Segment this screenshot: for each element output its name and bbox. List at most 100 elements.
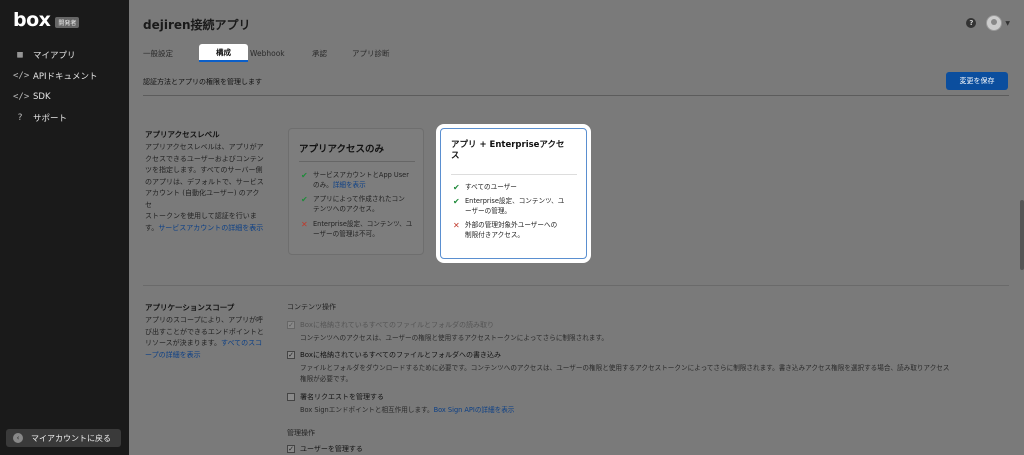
- scope-manage-users[interactable]: ✓ ユーザーを管理する: [287, 444, 363, 454]
- all-scopes-link[interactable]: すべてのスコ: [221, 339, 262, 347]
- desc-line: す。: [145, 223, 159, 232]
- feature-line: すべてのユーザー: [465, 183, 517, 191]
- logo-text: box: [13, 9, 51, 31]
- chevron-left-icon: ‹: [13, 433, 23, 443]
- scope-label: Boxに格納されているすべてのファイルとフォルダの読み取り: [300, 321, 495, 329]
- details-link[interactable]: 詳細を表示: [333, 181, 366, 189]
- service-account-link[interactable]: サービスアカウントの詳細を表示: [158, 224, 263, 232]
- help-circle-icon: ?: [17, 112, 23, 123]
- chevron-down-icon[interactable]: ▼: [1005, 20, 1010, 27]
- desc-line: ツを指定します。すべてのサーバー側: [145, 166, 263, 174]
- access-level-description: アプリアクセスレベルは、アプリがア クセスできるユーザーおよびコンテン ツを指定…: [145, 142, 265, 234]
- box-logo[interactable]: box 開発者: [13, 9, 80, 31]
- section-divider: [143, 285, 1009, 286]
- desc-line: 権限が必要です。: [300, 374, 353, 383]
- tab-authorization[interactable]: 承認: [312, 44, 352, 62]
- scope-label: Boxに格納されているすべてのファイルとフォルダへの書き込み: [300, 351, 502, 359]
- close-icon: ✕: [301, 220, 308, 229]
- top-icons: ? ▼: [966, 15, 1010, 31]
- feature-line: サービスアカウントとApp User: [313, 171, 409, 179]
- desc-line: ファイルとフォルダをダウンロードするために必要です。コンテンツへのアクセスは、ユ…: [300, 364, 950, 372]
- content-actions-label: コンテンツ操作: [287, 303, 336, 311]
- sidebar-item-my-apps[interactable]: ▦ マイアプリ: [0, 44, 129, 65]
- desc-line: Box Signエンドポイントと相互作用します。: [300, 406, 434, 414]
- scope-description: コンテンツへのアクセスは、ユーザーの権限と使用するアクセストークンによってさらに…: [300, 334, 608, 342]
- sidebar-item-label: マイアプリ: [33, 50, 76, 61]
- admin-actions-label: 管理操作: [287, 429, 315, 437]
- box-sign-api-link[interactable]: Box Sign APIの詳細を表示: [434, 406, 515, 414]
- scope-read-all[interactable]: ✓ Boxに格納されているすべてのファイルとフォルダの読み取り: [287, 320, 494, 330]
- feature-line: テンツへのアクセス。: [313, 204, 379, 213]
- feature-line: Enterprise設定、コンテンツ、ユ: [313, 220, 413, 228]
- code-icon: </>: [13, 91, 30, 102]
- desc-line: のアプリは、デフォルトで、サービス: [145, 177, 264, 186]
- feature-line: ーザーの管理は不可。: [313, 229, 379, 238]
- help-icon[interactable]: ?: [966, 18, 977, 28]
- desc-line: アプリのスコープにより、アプリが呼: [145, 316, 264, 324]
- check-icon: ✔: [453, 183, 460, 192]
- tab-general[interactable]: 一般設定: [143, 44, 199, 62]
- sidebar-nav: ▦ マイアプリ </> APIドキュメント </> SDK ? サポート: [0, 44, 129, 128]
- sidebar-item-support[interactable]: ? サポート: [0, 107, 129, 128]
- checkbox-checked-icon[interactable]: ✓: [287, 321, 295, 329]
- close-icon: ✕: [453, 221, 460, 230]
- tab-configuration[interactable]: 構成: [199, 44, 248, 62]
- feature-item: ✕ 外部の管理対象外ユーザーへの 制限付きアクセス。: [453, 221, 557, 240]
- feature-line: のみ。: [313, 180, 333, 189]
- sidebar: box 開発者 ▦ マイアプリ </> APIドキュメント </> SDK ? …: [0, 0, 129, 455]
- scopes-title: アプリケーションスコープ: [145, 303, 235, 312]
- feature-line: ーザーの管理。: [465, 206, 512, 215]
- scope-label: 署名リクエストを管理する: [300, 393, 384, 401]
- desc-line: アカウント (自動化ユーザー) のアクセ: [145, 189, 260, 209]
- grid-icon: ▦: [17, 49, 23, 60]
- header-divider: [143, 95, 1009, 96]
- card-title-line: ス: [451, 151, 460, 161]
- back-to-account-button[interactable]: ‹ マイアカウントに戻る: [6, 429, 121, 447]
- feature-line: アプリによって作成されたコン: [313, 195, 405, 203]
- page-subtitle: 認証方法とアプリの権限を管理します: [143, 78, 262, 86]
- checkbox-unchecked-icon[interactable]: [287, 393, 295, 401]
- feature-line: Enterprise設定、コンテンツ、ユ: [465, 197, 565, 205]
- sidebar-item-sdk[interactable]: </> SDK: [0, 86, 129, 107]
- save-changes-button[interactable]: 変更を保存: [946, 72, 1008, 90]
- scope-label: ユーザーを管理する: [300, 445, 363, 453]
- feature-line: 制限付きアクセス。: [465, 230, 525, 239]
- access-card-app-only[interactable]: アプリアクセスのみ ✔ サービスアカウントとApp User のみ。詳細を表示 ✔…: [288, 128, 424, 255]
- desc-line: ストークンを使用して認証を行いま: [145, 212, 257, 220]
- sidebar-item-api-docs[interactable]: </> APIドキュメント: [0, 65, 129, 86]
- tab-bar: 一般設定 構成 Webhook 承認 アプリ診断: [143, 44, 402, 62]
- all-scopes-link[interactable]: ープの詳細を表示: [145, 350, 275, 362]
- scope-manage-sign-requests[interactable]: 署名リクエストを管理する: [287, 392, 384, 402]
- feature-item: ✔ サービスアカウントとApp User のみ。詳細を表示: [301, 171, 409, 190]
- card-divider: [451, 174, 577, 175]
- main-content: dejiren接続アプリ ? ▼ 一般設定 構成 Webhook 承認 アプリ診…: [129, 0, 1024, 455]
- code-icon: </>: [13, 70, 30, 81]
- sidebar-item-label: SDK: [33, 91, 51, 102]
- checkbox-checked-icon[interactable]: ✓: [287, 445, 295, 453]
- sidebar-item-label: APIドキュメント: [33, 71, 98, 82]
- card-divider: [299, 161, 415, 162]
- sidebar-item-label: サポート: [33, 113, 68, 124]
- check-icon: ✔: [301, 171, 308, 180]
- desc-line: アプリアクセスレベルは、アプリがア: [145, 143, 264, 151]
- feature-item: ✔ Enterprise設定、コンテンツ、ユ ーザーの管理。: [453, 197, 564, 216]
- check-icon: ✔: [453, 197, 460, 206]
- scope-write-all[interactable]: ✓ Boxに格納されているすべてのファイルとフォルダへの書き込み: [287, 350, 501, 360]
- card-title: アプリ + Enterpriseアクセ ス: [451, 140, 565, 162]
- avatar[interactable]: [986, 15, 1003, 31]
- scope-description: ファイルとフォルダをダウンロードするために必要です。コンテンツへのアクセスは、ユ…: [300, 363, 1020, 384]
- desc-line: び出すことができるエンドポイントと: [145, 327, 264, 336]
- check-icon: ✔: [301, 195, 308, 204]
- back-label: マイアカウントに戻る: [31, 433, 111, 443]
- tab-webhook[interactable]: Webhook: [248, 44, 312, 62]
- tab-diagnostics[interactable]: アプリ診断: [352, 44, 402, 62]
- checkbox-checked-icon[interactable]: ✓: [287, 351, 295, 359]
- access-card-app-enterprise[interactable]: アプリ + Enterpriseアクセ ス ✔ すべてのユーザー ✔ Enter…: [440, 128, 587, 259]
- card-title-line: アプリ + Enterpriseアクセ: [451, 140, 565, 150]
- desc-line: リソースが決まります。: [145, 339, 221, 347]
- desc-line: クセスできるユーザーおよびコンテン: [145, 154, 264, 163]
- feature-item: ✔ すべてのユーザー: [453, 183, 517, 193]
- feature-line: 外部の管理対象外ユーザーへの: [465, 221, 558, 229]
- developer-badge: 開発者: [55, 16, 80, 28]
- scrollbar[interactable]: [1020, 200, 1024, 270]
